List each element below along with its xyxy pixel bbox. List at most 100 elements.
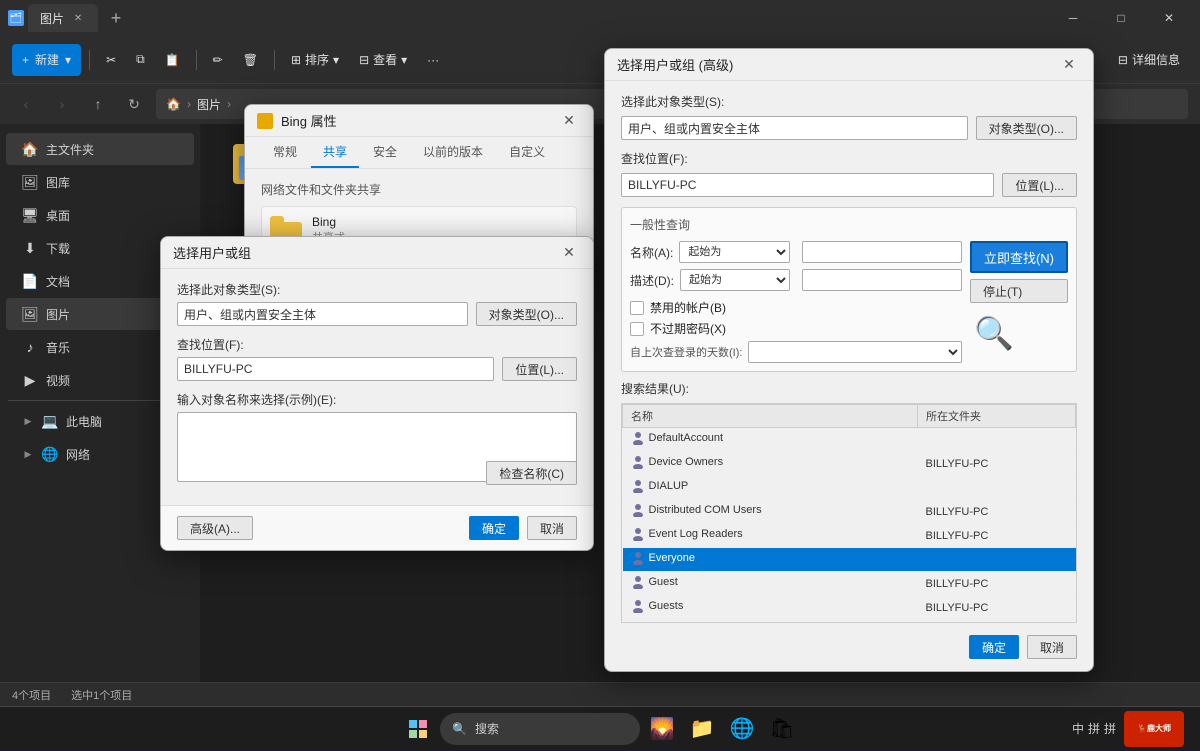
taskbar-icon-store[interactable]: 🛍: [764, 711, 800, 747]
adv-cancel-btn[interactable]: 取消: [1027, 635, 1077, 659]
sort-btn[interactable]: ⊞ 排序 ▾: [283, 44, 347, 76]
find-now-btn[interactable]: 立即查找(N): [970, 241, 1068, 273]
tab-add-btn[interactable]: +: [102, 4, 130, 32]
general-query-label: 一般性查询: [630, 216, 1068, 233]
result-row-7[interactable]: GuestsBILLYFU-PC: [623, 596, 1076, 620]
adv-location-btn[interactable]: 位置(L)...: [1002, 173, 1077, 197]
new-button[interactable]: + 新建 ▾: [12, 44, 81, 76]
rename-btn[interactable]: ✏: [205, 44, 231, 76]
sel-cancel-btn[interactable]: 取消: [527, 516, 577, 540]
delete-btn[interactable]: 🗑: [235, 44, 266, 76]
window-controls: ─ □ ✕: [1050, 2, 1192, 34]
close-btn[interactable]: ✕: [1146, 2, 1192, 34]
result-row-3[interactable]: Distributed COM UsersBILLYFU-PC: [623, 500, 1076, 524]
noexpiry-checkbox[interactable]: [630, 322, 644, 336]
days-label: 自上次查登录的天数(I):: [630, 344, 742, 360]
tab-sharing[interactable]: 共享: [311, 137, 359, 168]
tab-label: 图片: [40, 10, 64, 27]
minimize-btn[interactable]: ─: [1050, 2, 1096, 34]
up-btn[interactable]: ↑: [84, 90, 112, 118]
result-row-6[interactable]: GuestBILLYFU-PC: [623, 572, 1076, 596]
breadcrumb-icon: 🏠: [166, 97, 181, 111]
sidebar-item-gallery[interactable]: 🖼 图库: [6, 166, 194, 198]
back-btn[interactable]: ‹: [12, 90, 40, 118]
videos-icon: ▶: [22, 372, 38, 388]
stop-btn[interactable]: 停止(T): [970, 279, 1068, 303]
sel-location-row: BILLYFU-PC 位置(L)...: [177, 357, 577, 381]
result-name-8: Hyper-V Administrators: [623, 620, 918, 624]
sidebar-item-desktop[interactable]: 🖥 桌面: [6, 199, 194, 231]
ime-indicator[interactable]: 中 拼 拼: [1072, 720, 1116, 737]
new-icon: +: [22, 53, 29, 67]
sel-ok-btn[interactable]: 确定: [469, 516, 519, 540]
desc-select[interactable]: 起始为: [680, 269, 790, 291]
maximize-btn[interactable]: □: [1098, 2, 1144, 34]
adv-type-btn[interactable]: 对象类型(O)...: [976, 116, 1077, 140]
name-select[interactable]: 起始为: [679, 241, 790, 263]
taskbar-right-area: 中 拼 拼 🦌鹿大师: [1072, 707, 1200, 751]
days-select[interactable]: [748, 341, 962, 363]
result-name-1: Device Owners: [623, 452, 918, 476]
result-row-2[interactable]: DIALUP: [623, 476, 1076, 500]
taskbar-search-bar[interactable]: 🔍 搜索: [440, 713, 640, 745]
cut-btn[interactable]: ✂: [98, 44, 124, 76]
adv-ok-btn[interactable]: 确定: [969, 635, 1019, 659]
expand-network-icon: ▶: [22, 448, 34, 460]
sel-close-btn[interactable]: ✕: [557, 241, 581, 265]
result-row-8[interactable]: Hyper-V AdministratorsBILLYFU-PC: [623, 620, 1076, 624]
paste-btn[interactable]: 📋: [157, 44, 188, 76]
taskbar-icon-folder[interactable]: 📁: [684, 711, 720, 747]
documents-icon: 📄: [22, 273, 38, 289]
detail-panel-btn[interactable]: ⊟ 详细信息: [1110, 47, 1188, 72]
sel-type-btn[interactable]: 对象类型(O)...: [476, 302, 577, 326]
adv-title-bar: 选择用户或组 (高级) ✕: [605, 49, 1093, 81]
result-scroll-container[interactable]: 名称 所在文件夹 DefaultAccountDevice OwnersBILL…: [621, 403, 1077, 623]
taskbar: 🔍 搜索 🌄 📁 🌐 🛍 中 拼 拼 🦌鹿大师: [0, 706, 1200, 750]
adv-close-btn[interactable]: ✕: [1057, 53, 1081, 77]
props-close-btn[interactable]: ✕: [557, 109, 581, 133]
sel-check-btn[interactable]: 检查名称(C): [486, 461, 577, 485]
user-icon-0: DefaultAccount: [631, 431, 724, 445]
user-icon-3: Distributed COM Users: [631, 503, 762, 517]
tab-close-btn[interactable]: ✕: [70, 10, 86, 26]
thispc-icon: 💻: [42, 413, 58, 429]
tab-general[interactable]: 常规: [261, 137, 309, 168]
copy-btn[interactable]: ⧉: [128, 44, 153, 76]
taskbar-icon-edge[interactable]: 🌐: [724, 711, 760, 747]
result-location-0: [918, 428, 1076, 452]
tab-security[interactable]: 安全: [361, 137, 409, 168]
sel-location-btn[interactable]: 位置(L)...: [502, 357, 577, 381]
lu-logo-text: 🦌鹿大师: [1137, 723, 1171, 734]
refresh-btn[interactable]: ↻: [120, 90, 148, 118]
view-arrow-icon: ▾: [401, 53, 407, 67]
start-btn[interactable]: [400, 711, 436, 747]
result-name-3: Distributed COM Users: [623, 500, 918, 524]
name-text-input[interactable]: [802, 241, 962, 263]
expand-icon: ▶: [22, 415, 34, 427]
more-btn[interactable]: ···: [419, 44, 447, 76]
adv-title: 选择用户或组 (高级): [617, 55, 733, 74]
result-row-5[interactable]: Everyone: [623, 548, 1076, 572]
forward-btn[interactable]: ›: [48, 90, 76, 118]
result-row-0[interactable]: DefaultAccount: [623, 428, 1076, 452]
tab-customize[interactable]: 自定义: [497, 137, 557, 168]
user-icon-7: Guests: [631, 599, 684, 613]
sel-advanced-btn[interactable]: 高级(A)...: [177, 516, 253, 540]
adv-action-btns: 确定 取消: [621, 635, 1077, 659]
props-section-title: 网络文件和文件夹共享: [261, 181, 577, 198]
days-row: 自上次查登录的天数(I):: [630, 341, 962, 363]
view-label: 查看: [373, 51, 397, 68]
result-name-5: Everyone: [623, 548, 918, 572]
explorer-tab[interactable]: 图片 ✕: [28, 4, 98, 32]
sidebar-item-home[interactable]: 🏠 主文件夹: [6, 133, 194, 165]
tab-previous[interactable]: 以前的版本: [411, 137, 495, 168]
desc-text-input[interactable]: [802, 269, 962, 291]
sidebar-item-label-documents: 文档: [46, 273, 70, 290]
view-btn[interactable]: ⊟ 查看 ▾: [351, 44, 415, 76]
noexpiry-label: 不过期密码(X): [650, 320, 726, 337]
disabled-checkbox[interactable]: [630, 301, 644, 315]
result-row-1[interactable]: Device OwnersBILLYFU-PC: [623, 452, 1076, 476]
result-location-4: BILLYFU-PC: [918, 524, 1076, 548]
taskbar-icon-image[interactable]: 🌄: [644, 711, 680, 747]
result-row-4[interactable]: Event Log ReadersBILLYFU-PC: [623, 524, 1076, 548]
